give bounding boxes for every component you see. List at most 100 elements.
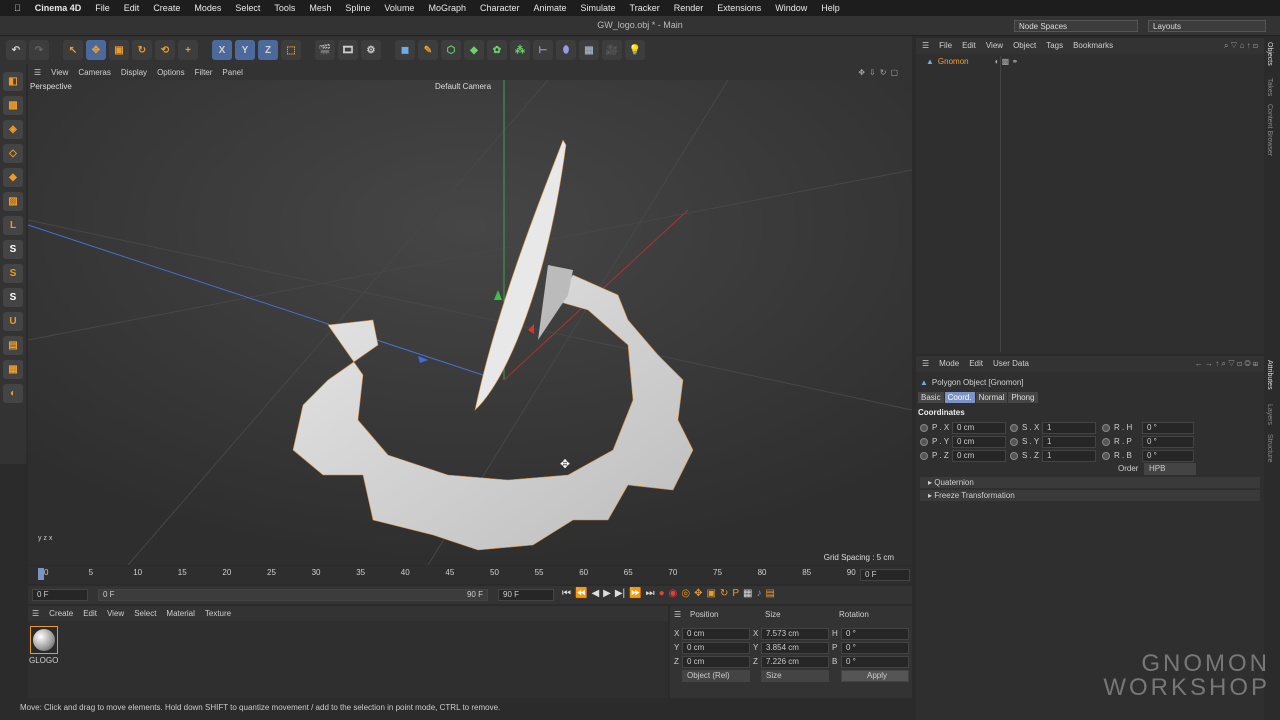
coordinate-system-icon[interactable]: ⬚	[281, 40, 301, 60]
playhead[interactable]	[38, 568, 44, 580]
transform-tool-icon[interactable]: ⟲	[155, 40, 175, 60]
menu-tracker[interactable]: Tracker	[630, 3, 660, 13]
side-tab-takes[interactable]: Takes	[1266, 78, 1273, 96]
snap-settings-icon[interactable]: S	[3, 264, 23, 283]
cloner-icon[interactable]: ✿	[487, 40, 507, 60]
r-value-field[interactable]: 0 °	[1142, 450, 1194, 462]
rotation-h-field[interactable]: 0 °	[841, 628, 909, 640]
uv-mode-icon[interactable]: ▨	[3, 192, 23, 211]
menu-extensions[interactable]: Extensions	[717, 3, 761, 13]
timeline-icon[interactable]: ▤	[765, 588, 774, 599]
menu-file[interactable]: File	[95, 3, 110, 13]
animation-radio[interactable]	[1102, 424, 1110, 432]
render-picture-viewer-icon[interactable]: 🎞	[338, 40, 358, 60]
object-toolbar-icons[interactable]: ⌕ ▽ ⌂ ↑ ⊡	[1224, 41, 1258, 51]
side-tab-attributes[interactable]: Attributes	[1266, 360, 1273, 390]
menu-volume[interactable]: Volume	[384, 3, 414, 13]
tab-basic[interactable]: Basic	[918, 392, 944, 403]
object-menu-object[interactable]: Object	[1013, 41, 1036, 51]
camera-icon[interactable]: 🎥	[602, 40, 622, 60]
hamburger-icon[interactable]: ☰	[34, 68, 41, 77]
magnet-icon[interactable]: U	[3, 312, 23, 331]
pen-icon[interactable]: ✎	[418, 40, 438, 60]
quaternion-section[interactable]: ▸ Quaternion	[920, 477, 1260, 488]
tab-normal[interactable]: Normal	[975, 392, 1008, 403]
hamburger-icon[interactable]: ☰	[674, 610, 681, 619]
key-rotation-icon[interactable]: ↻	[720, 588, 728, 599]
r-value-field[interactable]: 0 °	[1142, 436, 1194, 448]
object-menu-file[interactable]: File	[939, 41, 952, 51]
menu-create[interactable]: Create	[153, 3, 180, 13]
render-view-icon[interactable]: 🎬	[315, 40, 335, 60]
rotation-p-field[interactable]: 0 °	[841, 642, 909, 654]
cube-icon[interactable]: ◼	[395, 40, 415, 60]
hamburger-icon[interactable]: ☰	[922, 41, 929, 51]
next-key-icon[interactable]: ⏩	[629, 588, 641, 599]
attribute-menu-user-data[interactable]: User Data	[993, 359, 1029, 369]
object-menu-tags[interactable]: Tags	[1046, 41, 1063, 51]
animation-radio[interactable]	[1102, 438, 1110, 446]
side-tab-structure[interactable]: Structure	[1266, 434, 1273, 462]
solo-icon[interactable]: ◐	[3, 384, 23, 403]
attribute-menu-mode[interactable]: Mode	[939, 359, 959, 369]
app-menu[interactable]: Cinema 4D	[35, 3, 82, 13]
p-value-field[interactable]: 0 cm	[952, 436, 1006, 448]
key-parameter-icon[interactable]: P	[732, 588, 739, 599]
menu-simulate[interactable]: Simulate	[581, 3, 616, 13]
3d-viewport[interactable]: y z x ✥ Perspective Default Camera Grid …	[28, 80, 912, 565]
go-to-end-icon[interactable]: ⏭	[646, 588, 655, 599]
s-value-field[interactable]: 1	[1042, 450, 1096, 462]
size-y-field[interactable]: 3.854 cm	[761, 642, 829, 654]
edge-mode-icon[interactable]: ◇	[3, 144, 23, 163]
size-mode-dropdown[interactable]: Size	[761, 670, 829, 682]
hamburger-icon[interactable]: ☰	[922, 359, 929, 369]
y-axis-lock[interactable]: Y	[235, 40, 255, 60]
attribute-nav-icons[interactable]: ← → ↑ ⌕ ▽ ⊡ ◎ ⊞	[1195, 359, 1258, 369]
tab-coord[interactable]: Coord.	[944, 392, 975, 403]
redo-icon[interactable]: ↷	[29, 40, 49, 60]
freeze-transformation-section[interactable]: ▸ Freeze Transformation	[920, 490, 1260, 501]
menu-animate[interactable]: Animate	[534, 3, 567, 13]
viewport-menu-display[interactable]: Display	[121, 68, 147, 77]
subdivision-icon[interactable]: ⬡	[441, 40, 461, 60]
play-icon[interactable]: ▶	[603, 588, 611, 599]
material-menu-create[interactable]: Create	[49, 609, 73, 618]
menu-edit[interactable]: Edit	[124, 3, 140, 13]
size-x-field[interactable]: 7.573 cm	[761, 628, 829, 640]
r-value-field[interactable]: 0 °	[1142, 422, 1194, 434]
select-tool-icon[interactable]: ↖	[63, 40, 83, 60]
current-frame-field[interactable]: 0 F	[860, 569, 910, 581]
viewport-menu-view[interactable]: View	[51, 68, 68, 77]
viewport-menu-cameras[interactable]: Cameras	[78, 68, 110, 77]
snap-mode-icon[interactable]: S	[3, 288, 23, 307]
position-x-field[interactable]: 0 cm	[682, 628, 750, 640]
sound-icon[interactable]: ♪	[756, 588, 761, 599]
mograph-icon[interactable]: ⁂	[510, 40, 530, 60]
range-slider[interactable]: 0 F 90 F	[98, 589, 488, 601]
key-scale-icon[interactable]: ▣	[707, 588, 716, 599]
menu-modes[interactable]: Modes	[194, 3, 221, 13]
workplane-icon[interactable]: ▤	[3, 336, 23, 355]
object-menu-bookmarks[interactable]: Bookmarks	[1073, 41, 1113, 51]
move-tool-icon[interactable]: ✥	[86, 40, 106, 60]
end-frame-field[interactable]: 90 F	[498, 589, 554, 601]
coordinate-mode-dropdown[interactable]: Object (Rel)	[682, 670, 750, 682]
prev-frame-icon[interactable]: ◀	[591, 588, 599, 599]
side-tab-objects[interactable]: Objects	[1266, 42, 1273, 66]
side-tab-layers[interactable]: Layers	[1266, 404, 1273, 425]
animation-radio[interactable]	[1010, 438, 1018, 446]
camera-name[interactable]: Default Camera	[435, 82, 491, 91]
key-position-icon[interactable]: ✥	[694, 588, 702, 599]
s-value-field[interactable]: 1	[1042, 422, 1096, 434]
menu-spline[interactable]: Spline	[345, 3, 370, 13]
object-menu-edit[interactable]: Edit	[962, 41, 976, 51]
go-to-start-icon[interactable]: ⏮	[562, 588, 571, 599]
animation-radio[interactable]	[1102, 452, 1110, 460]
material-menu-texture[interactable]: Texture	[205, 609, 231, 618]
animation-radio[interactable]	[1010, 452, 1018, 460]
extrude-icon[interactable]: ◆	[464, 40, 484, 60]
material-menu-edit[interactable]: Edit	[83, 609, 97, 618]
next-frame-icon[interactable]: ▶|	[615, 588, 625, 599]
point-mode-icon[interactable]: ◈	[3, 120, 23, 139]
hamburger-icon[interactable]: ☰	[32, 609, 39, 618]
